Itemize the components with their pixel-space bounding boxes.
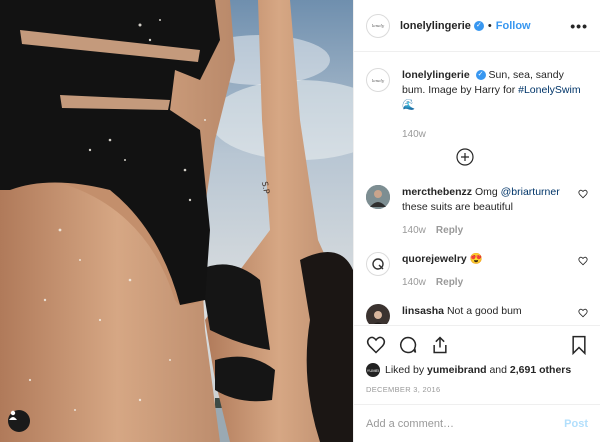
post-date[interactable]: DECEMBER 3, 2016	[366, 385, 440, 394]
comment-text: Not a good bum	[446, 305, 522, 317]
action-bar	[354, 325, 600, 363]
caption-time[interactable]: 140w	[402, 129, 426, 140]
mention-link[interactable]: @briarturner	[501, 186, 560, 198]
comment-username[interactable]: mercthebenzz	[402, 186, 472, 198]
commenter-avatar[interactable]	[366, 304, 390, 324]
brand-logo-icon	[372, 258, 384, 270]
like-comment-heart-icon[interactable]	[578, 308, 588, 318]
post-photo[interactable]: S.P	[0, 0, 353, 442]
hashtag-link[interactable]: #LonelySwim	[518, 84, 580, 96]
verified-icon: ✓	[475, 70, 486, 81]
heart-eyes-emoji: 😍	[469, 253, 483, 265]
liker-username[interactable]: yumeibrand	[427, 364, 487, 376]
comment-text: Omg	[474, 186, 501, 198]
reply-button[interactable]: Reply	[436, 225, 463, 236]
comment-username[interactable]: quorejewelry	[402, 253, 467, 265]
like-comment-heart-icon[interactable]	[578, 256, 588, 266]
caption-username[interactable]: lonelylingerie	[402, 69, 470, 81]
caption-body: lonelylingerie ✓ Sun, sea, sandy bum. Im…	[402, 68, 588, 142]
post-side-panel: lonely lonelylingerie ✓ • Follow ••• lon…	[353, 0, 600, 442]
more-options-icon[interactable]: •••	[570, 18, 588, 34]
commenter-avatar[interactable]	[366, 252, 390, 276]
comment-time[interactable]: 140w	[402, 277, 426, 288]
likes-summary: YUMEI Liked by yumeibrand and 2,691 othe…	[366, 363, 588, 377]
comment-item: mercthebenzz Omg @briarturner these suit…	[366, 185, 588, 238]
comment-input[interactable]	[366, 417, 565, 430]
author-avatar[interactable]: lonely	[366, 13, 390, 38]
comments-list[interactable]: lonely lonelylingerie ✓ Sun, sea, sandy …	[354, 52, 600, 324]
comment-time[interactable]: 140w	[402, 225, 426, 236]
add-comment-bar: Post	[354, 404, 600, 442]
comment-body: mercthebenzz Omg @briarturner these suit…	[402, 185, 562, 238]
plus-circle-icon	[455, 148, 474, 166]
liker-avatar[interactable]: YUMEI	[366, 363, 380, 377]
load-more-comments[interactable]	[354, 148, 588, 171]
share-icon	[433, 335, 447, 353]
comment-text: these suits are beautiful	[402, 201, 513, 213]
commenter-avatar[interactable]	[366, 185, 390, 209]
separator-dot: •	[487, 19, 492, 32]
caption: lonely lonelylingerie ✓ Sun, sea, sandy …	[366, 68, 588, 142]
likes-joiner: and	[489, 364, 507, 376]
wave-emoji: 🌊	[402, 99, 416, 111]
comment-body: linsasha Not a good bum	[402, 304, 522, 324]
comment-body: quorejewelry 😍 140w Reply	[402, 252, 483, 290]
avatar-text: YUMEI	[366, 367, 380, 373]
comment-button[interactable]	[398, 335, 418, 355]
comment-item: quorejewelry 😍 140w Reply	[366, 252, 588, 290]
like-comment-heart-icon[interactable]	[578, 189, 588, 199]
avatar-text: lonely	[371, 23, 385, 28]
author-username[interactable]: lonelylingerie	[400, 20, 471, 32]
likes-count[interactable]: 2,691 others	[510, 364, 571, 376]
bookmark-icon	[572, 335, 586, 355]
person-icon	[9, 410, 17, 420]
caption-avatar[interactable]: lonely	[366, 68, 390, 92]
post-comment-button[interactable]: Post	[564, 418, 588, 430]
verified-icon: ✓	[473, 20, 484, 31]
tagged-users-button[interactable]	[8, 410, 30, 432]
post-header: lonely lonelylingerie ✓ • Follow •••	[354, 0, 600, 52]
follow-button[interactable]: Follow	[496, 20, 531, 32]
avatar-photo	[366, 304, 390, 324]
share-button[interactable]	[430, 335, 450, 355]
photo-illustration: S.P	[0, 0, 353, 442]
comment-bubble-icon	[400, 336, 417, 353]
save-button[interactable]	[570, 335, 588, 355]
comment-item: linsasha Not a good bum	[366, 304, 588, 324]
avatar-text: lonely	[371, 77, 385, 83]
likes-prefix: Liked by	[385, 364, 425, 376]
avatar-photo	[366, 185, 390, 209]
comment-username[interactable]: linsasha	[402, 305, 444, 317]
like-button[interactable]	[366, 335, 386, 355]
heart-icon	[366, 336, 386, 354]
reply-button[interactable]: Reply	[436, 277, 463, 288]
